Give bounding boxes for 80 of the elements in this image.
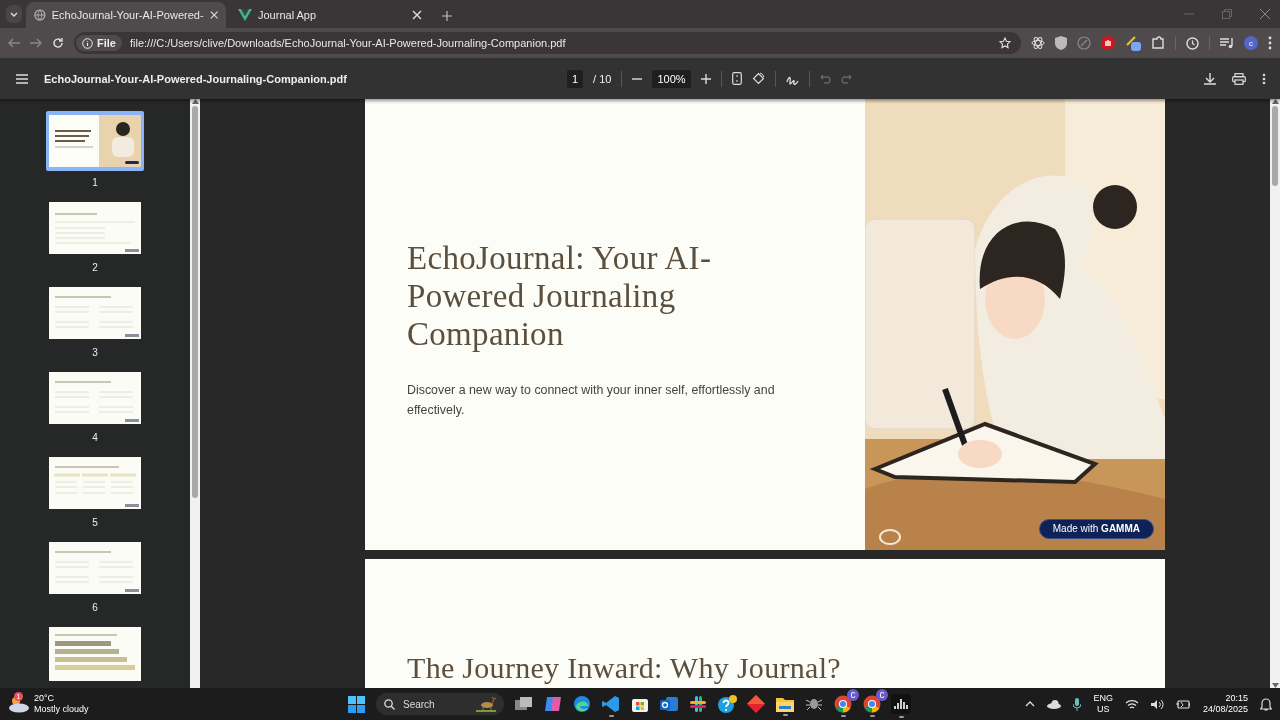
folder-icon[interactable] [776, 695, 794, 712]
document-title: EchoJournal-Your-AI-Powered-Journaling-Companion.pdf [44, 72, 347, 85]
tab-search-button[interactable] [6, 5, 22, 23]
page-number-field[interactable]: 1 [566, 69, 584, 88]
slide-title: The Journey Inward: Why Journal? [407, 650, 841, 686]
hand-icon[interactable] [1101, 36, 1115, 50]
scrollbar[interactable] [190, 99, 200, 688]
more-vertical-icon[interactable] [1262, 72, 1266, 85]
microphone-icon[interactable] [1073, 697, 1082, 711]
battery-plug-icon[interactable] [1175, 698, 1191, 710]
history-icon[interactable] [1186, 36, 1199, 50]
temperature-text: 20°C [34, 693, 56, 704]
zoom-in-icon[interactable] [700, 73, 711, 84]
url-text: file:///C:/Users/clive/Downloads/EchoJournal-Your-AI-Powered-Journaling-Companion.pdf [129, 37, 567, 49]
volume-icon[interactable] [1150, 698, 1164, 710]
chrome-icon[interactable] [863, 694, 881, 713]
page-number-label: 4 [92, 432, 98, 443]
address-bar[interactable]: File file:///C:/Users/clive/Downloads/EchoJournal-Your-AI-Powered-Journaling-Companion.pdf [74, 32, 1021, 54]
chevron-up-icon[interactable] [1025, 701, 1036, 707]
search-icon [384, 698, 395, 710]
language-indicator[interactable]: ENG US [1093, 693, 1113, 715]
menu-icon[interactable] [16, 73, 28, 84]
scrollbar[interactable] [1270, 99, 1280, 688]
cloud-icon[interactable] [1047, 699, 1062, 709]
info-icon [82, 37, 93, 49]
more-vertical-icon[interactable] [1268, 36, 1272, 50]
windows-stack-icon[interactable] [515, 695, 533, 712]
print-icon[interactable] [1232, 72, 1246, 85]
page-number-label: 6 [92, 602, 98, 613]
slide-title: EchoJournal: Your AI-Powered Journaling Companion [407, 239, 713, 353]
bug-icon[interactable] [806, 696, 822, 711]
mail-app-icon[interactable] [660, 694, 678, 713]
v-logo-icon [238, 9, 252, 21]
edge-icon[interactable] [573, 694, 591, 713]
scrollbar-thumb[interactable] [1272, 106, 1278, 186]
profile-avatar[interactable]: c [1244, 36, 1258, 50]
zoom-level-field[interactable]: 100% [652, 69, 691, 88]
atom-icon[interactable] [1031, 36, 1045, 50]
page-count: / 10 [593, 72, 612, 85]
scrollbar-thumb[interactable] [192, 106, 198, 498]
cloudy-weather-icon [8, 695, 30, 713]
fit-page-icon[interactable] [731, 72, 742, 85]
hash-logo-icon[interactable] [689, 694, 707, 713]
site-info-chip[interactable]: File [76, 35, 122, 51]
weather-condition-text: Mostly cloudy [34, 704, 89, 715]
page-number-label: 2 [92, 262, 98, 273]
diamond-icon[interactable] [747, 694, 765, 713]
profile-badge: c [847, 688, 859, 701]
globe-icon [34, 8, 46, 22]
star-icon[interactable] [999, 37, 1011, 49]
page-number-label: 1 [92, 177, 98, 188]
help-icon[interactable] [717, 694, 737, 713]
plus-icon[interactable] [442, 11, 452, 21]
chevron-down-icon [10, 11, 18, 17]
playlist-icon[interactable] [1220, 37, 1234, 49]
page-number-label: 5 [92, 517, 98, 528]
download-icon[interactable] [1204, 72, 1216, 85]
page-number-label: 3 [92, 347, 98, 358]
back-arrow-icon[interactable] [8, 38, 20, 48]
vscode-icon[interactable] [602, 694, 620, 713]
wifi-icon[interactable] [1124, 698, 1139, 710]
rotate-icon[interactable] [751, 72, 765, 85]
deer-icon [476, 696, 496, 712]
clock[interactable]: 20:15 24/08/2025 [1202, 693, 1248, 715]
puzzle-icon[interactable] [1151, 36, 1165, 50]
taskbar-search-field[interactable]: Search [376, 693, 504, 715]
reload-icon[interactable] [52, 37, 64, 49]
notification-bell-icon[interactable] [1260, 697, 1272, 711]
audio-bars-icon[interactable] [891, 693, 911, 714]
copilot-icon[interactable] [544, 694, 562, 713]
forward-arrow-icon[interactable] [30, 38, 42, 48]
browser-tab[interactable]: EchoJournal-Your-AI-Powered- [26, 2, 226, 28]
windows-start-icon[interactable] [348, 695, 365, 713]
profile-badge: c [876, 688, 888, 701]
chrome-icon[interactable] [834, 694, 852, 713]
shield-icon[interactable] [1055, 36, 1067, 50]
browser-tab[interactable]: Journal App [230, 2, 430, 28]
paint-icon[interactable] [1125, 35, 1141, 51]
slide-subtitle: Discover a new way to connect with your inner self, effortlessly and effectively. [407, 382, 776, 419]
made-with-badge[interactable]: Made with GAMMA [1038, 519, 1154, 539]
